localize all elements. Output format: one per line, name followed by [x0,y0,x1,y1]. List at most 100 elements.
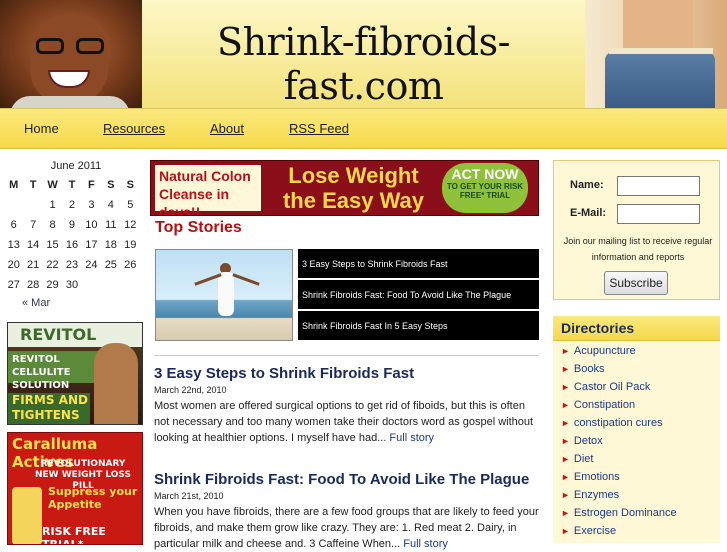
top-story-item[interactable]: 3 Easy Steps to Shrink Fibroids Fast [298,249,539,278]
directories-heading: Directories [553,316,720,341]
article-excerpt: When you have fibroids, there are a few … [154,506,539,550]
nav-rss-feed[interactable]: RSS Feed [289,121,349,136]
top-stories-heading: Top Stories [155,219,242,236]
calendar-day [101,275,120,295]
bullet-icon: ► [561,436,570,446]
caralluma-risk-free: RISK FREE TRIAL* [42,525,106,545]
directory-item[interactable]: ► Detox [561,435,720,453]
weekday: S [107,179,115,191]
calendar-day: 11 [105,219,117,231]
weekday: W [47,179,58,191]
calendar-day: 23 [65,259,79,271]
calendar-prev-link[interactable]: « Mar [22,297,140,309]
calendar-day [4,195,23,215]
email-input[interactable] [617,204,700,224]
directory-link[interactable]: Diet [574,453,594,465]
article-title[interactable]: Shrink Fibroids Fast: Food To Avoid Like… [154,471,542,488]
directory-item[interactable]: ► Acupuncture [561,345,720,363]
banner-act-now-sub: TO GET YOUR RISK FREE* TRIAL [446,182,524,200]
ad-revitol[interactable]: REVITOL REVITOL CELLULITE SOLUTION FIRMS… [7,322,143,425]
weekday: T [29,179,37,191]
nav-home[interactable]: Home [24,121,59,136]
calendar-day: 27 [7,279,20,291]
site-header: Shrink-fibroids-fast.com [0,0,727,109]
calendar-day: 6 [10,219,17,231]
bullet-icon: ► [561,454,570,464]
bullet-icon: ► [561,364,570,374]
top-story-item[interactable]: Shrink Fibroids Fast: Food To Avoid Like… [298,280,539,309]
article-date: March 22nd, 2010 [154,385,227,395]
calendar-day: 12 [124,219,137,231]
directory-item[interactable]: ► Books [561,363,720,381]
calendar-day: 24 [85,259,98,271]
top-stories-list: 3 Easy Steps to Shrink Fibroids Fast Shr… [298,249,539,342]
directory-link[interactable]: constipation cures [574,417,663,429]
directory-link[interactable]: Acupuncture [574,345,636,357]
article: 3 Easy Steps to Shrink Fibroids Fast Mar… [154,365,542,446]
calendar-day: 15 [46,239,59,251]
directory-link[interactable]: Detox [574,435,603,447]
calendar-day: 8 [49,219,56,231]
nav-resources[interactable]: Resources [103,121,165,136]
directory-link[interactable]: Estrogen Dominance [574,507,677,519]
banner-act-now-button[interactable]: ACT NOW TO GET YOUR RISK FREE* TRIAL [442,163,528,213]
calendar-day [82,275,101,295]
directory-item[interactable]: ► Enzymes [561,489,720,507]
calendar-day: 21 [27,259,40,271]
article-title[interactable]: 3 Easy Steps to Shrink Fibroids Fast [154,365,542,382]
weekday: T [68,179,76,191]
directory-link[interactable]: Books [574,363,605,375]
calendar-grid: M T W T F S S 1 2 3 4 5 6 7 8 9 10 11 12… [4,175,140,295]
caralluma-suppress: Suppress your Appetite [48,485,138,511]
calendar-caption: June 2011 [50,160,102,172]
directory-item[interactable]: ► Estrogen Dominance [561,507,720,525]
directory-item[interactable]: ► Diet [561,453,720,471]
bullet-icon: ► [561,526,570,536]
weekday: M [9,179,19,191]
calendar-day: 26 [124,259,137,271]
bullet-icon: ► [561,472,570,482]
calendar-day: 14 [27,239,40,251]
directory-link[interactable]: Castor Oil Pack [574,381,650,393]
top-story-item[interactable]: Shrink Fibroids Fast In 5 Easy Steps [298,311,539,340]
full-story-link[interactable]: Full story [403,538,448,550]
article-date: March 21st, 2010 [154,491,224,501]
name-input[interactable] [617,176,700,196]
article: Shrink Fibroids Fast: Food To Avoid Like… [154,471,542,552]
directory-link[interactable]: Exercise [574,525,616,537]
directory-item[interactable]: ► Constipation [561,399,720,417]
subscribe-button[interactable]: Subscribe [604,271,668,295]
directory-item[interactable]: ► Exercise [561,525,720,543]
calendar-day: 2 [68,199,76,211]
calendar-day: 18 [104,239,117,251]
bullet-icon: ► [561,490,570,500]
calendar-day: 13 [7,239,20,251]
ad-banner-lose-weight[interactable]: Natural Colon Cleanse in days!! Lose Wei… [150,160,539,216]
directory-item[interactable]: ► Emotions [561,471,720,489]
directory-item[interactable]: ► constipation cures [561,417,720,435]
ad-caralluma[interactable]: Caralluma Actives REVOLUTIONARY NEW WEIG… [7,432,143,545]
banner-act-now-label: ACT NOW [451,166,519,182]
nav-about[interactable]: About [210,121,244,136]
directory-item[interactable]: ► Castor Oil Pack [561,381,720,399]
calendar-day [121,275,140,295]
top-story-photo[interactable] [155,249,293,341]
directory-link[interactable]: Constipation [574,399,635,411]
full-story-link[interactable]: Full story [389,432,434,444]
directory-link[interactable]: Enzymes [574,489,619,501]
calendar-day: 20 [7,259,20,271]
directories-list: ► Acupuncture ► Books ► Castor Oil Pack ► Co… [553,341,720,543]
calendar-day: 1 [49,199,56,211]
calendar-day: 3 [88,199,95,211]
calendar-day: 7 [30,219,37,231]
calendar-day: 5 [127,199,134,211]
calendar-day: 19 [124,239,137,251]
header-photo-waist [585,0,727,108]
email-label: E-Mail: [570,207,607,219]
revitol-model-image [94,343,138,424]
weekday: S [126,179,134,191]
site-title[interactable]: Shrink-fibroids-fast.com [142,20,585,108]
directory-link[interactable]: Emotions [574,471,620,483]
directories: Directories ► Acupuncture ► Books ► Castor … [553,316,720,543]
calendar-day: 22 [46,259,59,271]
